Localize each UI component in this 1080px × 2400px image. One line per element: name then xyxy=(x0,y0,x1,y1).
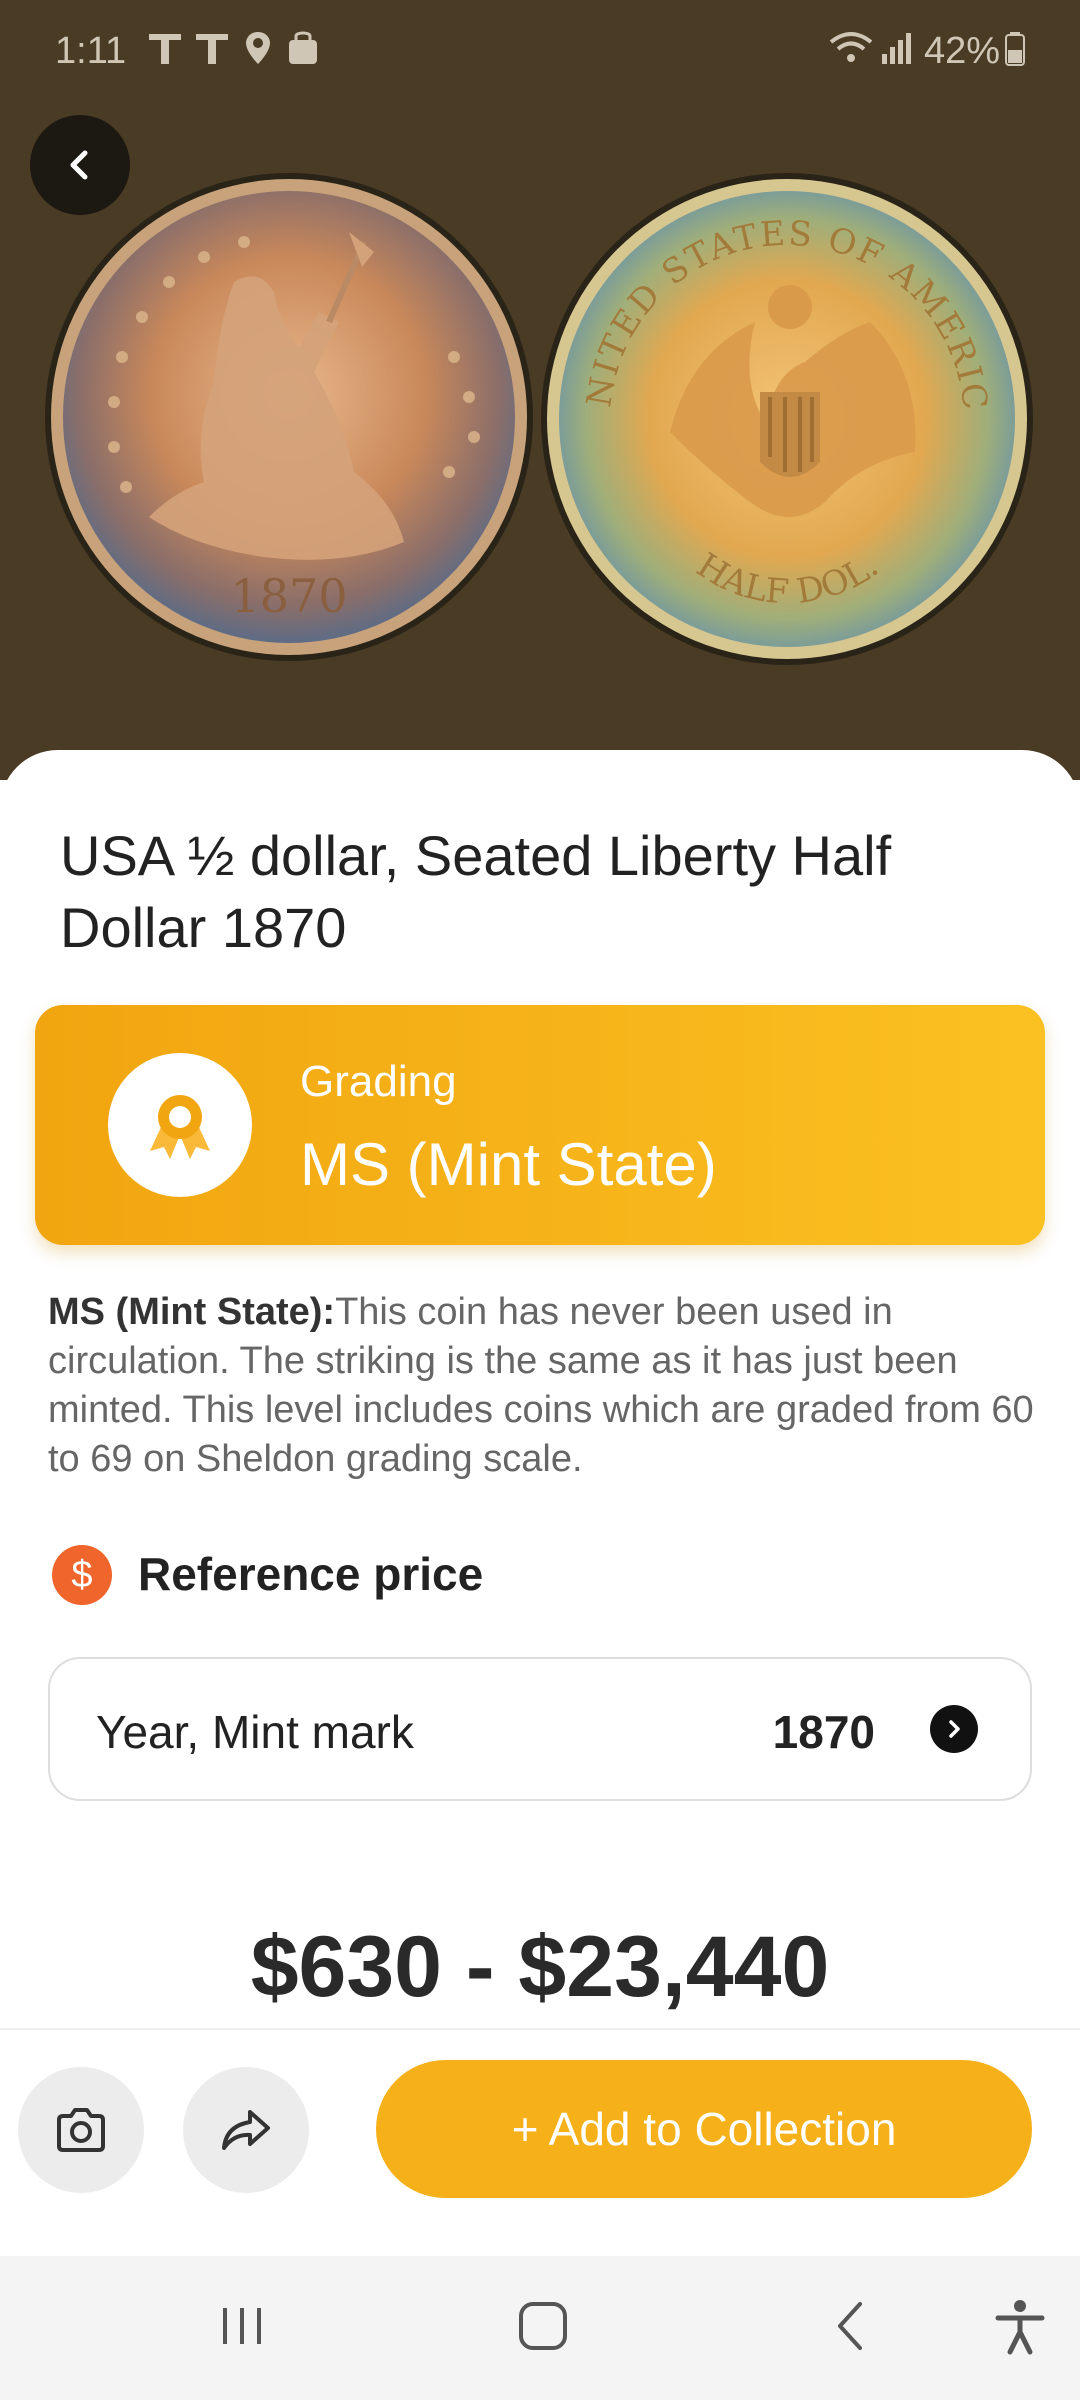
carrier-t-icon xyxy=(145,28,185,78)
add-to-collection-button[interactable]: + Add to Collection xyxy=(376,2060,1032,2198)
reference-price-title: Reference price xyxy=(138,1548,484,1600)
recent-apps-icon[interactable] xyxy=(218,2296,268,2361)
location-icon xyxy=(243,28,273,78)
coin-image-header: 1:11 42% 1870 NITED STATES OF AMERIC HAL… xyxy=(0,0,1080,780)
grading-description: MS (Mint State):This coin has never been… xyxy=(48,1288,1038,1484)
accessibility-icon[interactable] xyxy=(992,2296,1048,2361)
camera-button[interactable] xyxy=(18,2067,144,2193)
camera-icon xyxy=(57,2108,105,2152)
back-button[interactable] xyxy=(30,115,130,215)
signal-icon xyxy=(880,28,914,78)
chevron-left-icon xyxy=(70,150,88,180)
carrier-t-icon xyxy=(192,28,232,78)
year-mint-mark-selector[interactable]: Year, Mint mark 1870 xyxy=(48,1657,1032,1801)
shopping-bag-icon xyxy=(285,28,321,78)
grading-value: MS (Mint State) xyxy=(300,1131,717,1198)
coin-title: USA ½ dollar, Seated Liberty Half Dollar… xyxy=(60,824,892,959)
chevron-right-icon xyxy=(930,1705,978,1753)
share-icon xyxy=(222,2110,270,2150)
bottom-action-bar: + Add to Collection xyxy=(0,2028,1080,2258)
battery-percent: 42% xyxy=(923,30,1000,72)
share-button[interactable] xyxy=(183,2067,309,2193)
description-term: MS (Mint State): xyxy=(48,1291,336,1333)
grading-card: Grading MS (Mint State) xyxy=(35,1005,1045,1245)
coin-reverse-image: UNITED STATES OF AMERICA HALF DOL. xyxy=(540,172,1033,665)
price-range: $630 - $23,440 xyxy=(250,1919,830,2015)
grading-badge xyxy=(108,1053,252,1197)
wifi-icon xyxy=(828,28,874,78)
grading-label: Grading xyxy=(300,1057,457,1106)
award-ribbon-icon xyxy=(150,1095,210,1159)
nav-back-icon[interactable] xyxy=(826,2296,876,2361)
dollar-icon: $ xyxy=(52,1545,112,1605)
coin-obverse-image: 1870 xyxy=(45,173,533,661)
selector-value: 1870 xyxy=(772,1706,875,1758)
system-navigation-bar xyxy=(0,2256,1080,2400)
status-bar: 1:11 42% xyxy=(0,0,1080,100)
battery-icon xyxy=(1004,28,1026,78)
status-time: 1:11 xyxy=(55,30,127,72)
coin-year-text: 1870 xyxy=(230,569,347,623)
home-icon[interactable] xyxy=(516,2296,572,2361)
selector-label: Year, Mint mark xyxy=(96,1706,414,1758)
